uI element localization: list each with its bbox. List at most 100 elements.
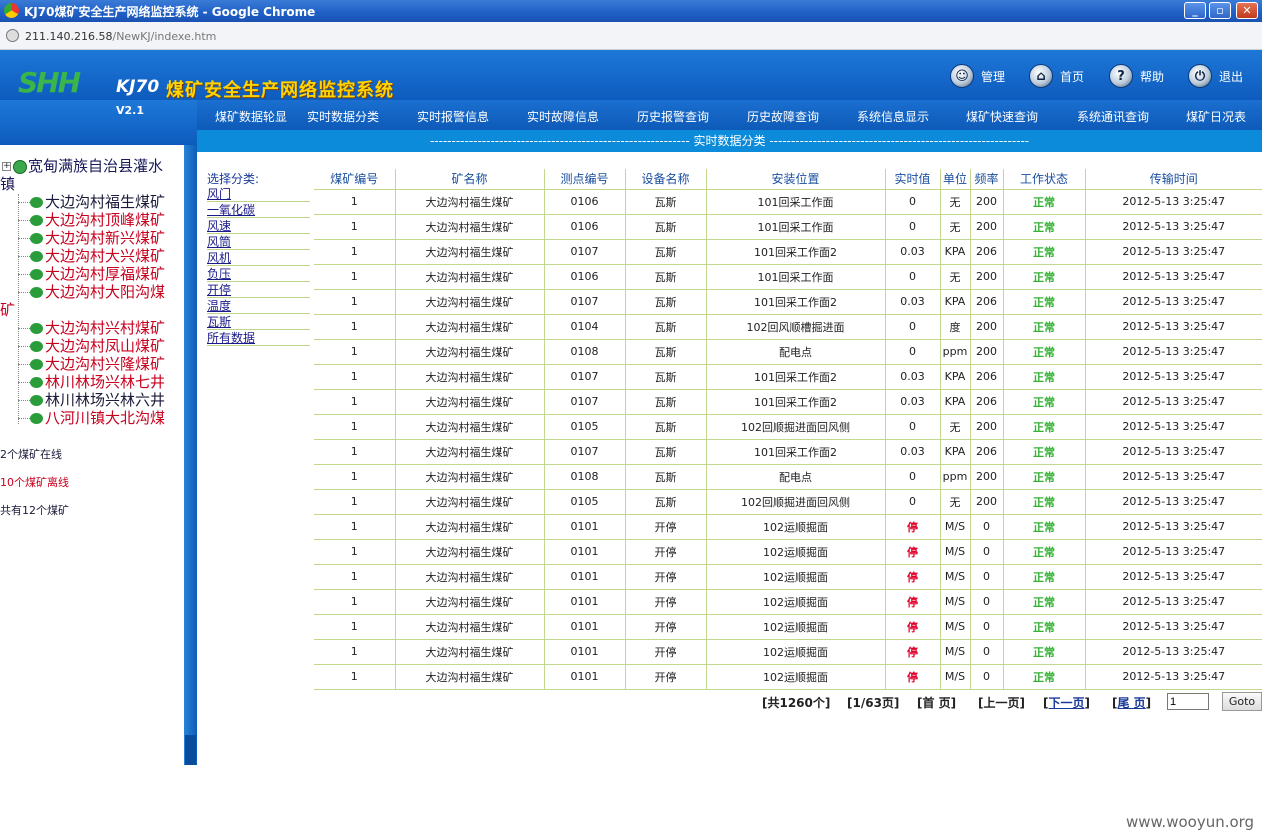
cell-location: 101回采工作面2 <box>706 389 886 415</box>
menu-item-comm-query[interactable]: 系统通讯查询 <box>1077 108 1149 125</box>
cell-unit: 度 <box>940 314 971 340</box>
url-text[interactable]: 211.140.216.58/NewKJ/indexe.htm <box>25 30 216 43</box>
category-negative-pressure[interactable]: 负压 <box>207 266 310 282</box>
menu-item-history-fault[interactable]: 历史故障查询 <box>747 108 819 125</box>
cell-device-name: 瓦斯 <box>625 489 707 515</box>
app-header: SHH KJ70 煤矿安全生产网络监控系统 ☺ 管理 ⌂ 首页 ? 帮助 ⏻ 退出 <box>0 50 1262 101</box>
cell-mine-name: 大边沟村福生煤矿 <box>395 239 545 265</box>
cell-status: 正常 <box>1003 489 1086 515</box>
nav-exit[interactable]: ⏻ 退出 <box>1188 64 1243 88</box>
cell-frequency: 0 <box>970 564 1004 590</box>
cell-mine-id: 1 <box>314 339 396 365</box>
pager-last[interactable]: [尾 页] <box>1112 694 1151 711</box>
tree-item-mine[interactable]: 大边沟村福生煤矿 <box>30 193 165 211</box>
cell-realtime-value: 停 <box>885 514 941 540</box>
nav-home[interactable]: ⌂ 首页 <box>1029 64 1084 88</box>
sidebar-scrollbar[interactable] <box>184 145 197 765</box>
category-wind-speed[interactable]: 风速 <box>207 218 310 234</box>
pager-next[interactable]: [下一页] <box>1043 694 1090 711</box>
cell-frequency: 200 <box>970 339 1004 365</box>
table-row: 1 大边沟村福生煤矿 0104 瓦斯 102回风顺槽掘进面 0 度 200 正常 2012-5-1… <box>314 314 1262 340</box>
cell-unit: M/S <box>940 514 971 540</box>
tree-item-mine[interactable]: 大边沟村凤山煤矿 <box>30 337 165 355</box>
tree-item-mine[interactable]: 八河川镇大北沟煤 <box>30 409 165 427</box>
scrollbar-grip[interactable] <box>185 735 196 765</box>
help-icon: ? <box>1109 64 1133 88</box>
cell-point-id: 0101 <box>544 539 626 565</box>
menu-item-daily-report[interactable]: 煤矿日况表 <box>1186 108 1246 125</box>
cell-status: 正常 <box>1003 639 1086 665</box>
cell-device-name: 开停 <box>625 639 707 665</box>
region-icon <box>13 159 27 174</box>
tree-item-mine[interactable]: 大边沟村顶峰煤矿 <box>30 211 165 229</box>
cell-transmit-time: 2012-5-13 3:25:47 <box>1085 489 1262 515</box>
menu-item-system-info[interactable]: 系统信息显示 <box>857 108 929 125</box>
tree-item-mine[interactable]: 大边沟村厚福煤矿 <box>30 265 165 283</box>
pager-page: [1/63页] <box>847 696 900 710</box>
tree-item-mine[interactable]: 大边沟村新兴煤矿 <box>30 229 165 247</box>
menu-item-realtime-category[interactable]: 实时数据分类 <box>307 108 379 125</box>
cell-mine-name: 大边沟村福生煤矿 <box>395 189 545 215</box>
table-row: 1 大边沟村福生煤矿 0101 开停 102运顺掘面停 M/S 0 正常 2012-5-13 3… <box>314 639 1262 665</box>
cell-frequency: 206 <box>970 389 1004 415</box>
cell-mine-name: 大边沟村福生煤矿 <box>395 414 545 440</box>
main-menu: 煤矿数据轮显 实时数据分类 实时报警信息 实时故障信息 历史报警查询 历史故障查… <box>197 100 1262 130</box>
close-button[interactable]: ✕ <box>1236 2 1258 19</box>
category-duct[interactable]: 风筒 <box>207 234 310 250</box>
cell-point-id: 0101 <box>544 614 626 640</box>
menu-item-rotation[interactable]: 煤矿数据轮显 <box>215 108 287 125</box>
cell-mine-name: 大边沟村福生煤矿 <box>395 214 545 240</box>
cell-realtime-value: 停 <box>885 539 941 565</box>
cell-mine-id: 1 <box>314 264 396 290</box>
category-temperature[interactable]: 温度 <box>207 298 310 314</box>
expand-icon[interactable]: + <box>2 162 11 171</box>
cell-mine-name: 大边沟村福生煤矿 <box>395 464 545 490</box>
section-title: 实时数据分类 <box>693 134 766 148</box>
cell-frequency: 200 <box>970 464 1004 490</box>
address-bar[interactable]: 211.140.216.58/NewKJ/indexe.htm <box>0 22 1262 50</box>
menu-item-history-alarm[interactable]: 历史报警查询 <box>637 108 709 125</box>
cell-point-id: 0107 <box>544 439 626 465</box>
cell-mine-id: 1 <box>314 489 396 515</box>
tree-root-county[interactable]: + 宽甸满族自治县灌水镇 <box>0 157 184 193</box>
tree-item-mine[interactable]: 大边沟村兴村煤矿 <box>30 319 165 337</box>
cell-point-id: 0106 <box>544 264 626 290</box>
cell-point-id: 0107 <box>544 289 626 315</box>
category-fan[interactable]: 风机 <box>207 250 310 266</box>
tree-item-mine[interactable]: 林川林场兴林六井 <box>30 391 165 409</box>
cell-status: 正常 <box>1003 439 1086 465</box>
offline-summary: 10个煤矿离线 <box>0 476 69 489</box>
maximize-button[interactable]: ▫ <box>1209 2 1231 19</box>
cell-transmit-time: 2012-5-13 3:25:47 <box>1085 239 1262 265</box>
minimize-button[interactable]: _ <box>1184 2 1206 19</box>
mine-icon <box>30 269 43 280</box>
nav-admin[interactable]: ☺ 管理 <box>950 64 1005 88</box>
category-co[interactable]: 一氧化碳 <box>207 202 310 218</box>
cell-device-name: 瓦斯 <box>625 339 707 365</box>
goto-button[interactable]: Goto <box>1222 692 1262 711</box>
category-methane[interactable]: 瓦斯 <box>207 314 310 330</box>
category-door[interactable]: 风门 <box>207 186 310 202</box>
menu-item-quick-query[interactable]: 煤矿快速查询 <box>966 108 1038 125</box>
cell-frequency: 0 <box>970 514 1004 540</box>
col-frequency: 频率 <box>970 169 1004 190</box>
category-title: 选择分类: <box>207 172 260 186</box>
category-on-off[interactable]: 开停 <box>207 282 310 298</box>
tree-item-mine[interactable]: 林川林场兴林七井 <box>30 373 165 391</box>
category-all[interactable]: 所有数据 <box>207 330 310 346</box>
mine-icon <box>30 413 43 424</box>
menu-item-realtime-fault[interactable]: 实时故障信息 <box>527 108 599 125</box>
menu-item-realtime-alarm[interactable]: 实时报警信息 <box>417 108 489 125</box>
cell-device-name: 开停 <box>625 664 707 690</box>
goto-page-input[interactable] <box>1167 693 1209 710</box>
cell-mine-name: 大边沟村福生煤矿 <box>395 489 545 515</box>
cell-transmit-time: 2012-5-13 3:25:47 <box>1085 664 1262 690</box>
model-label: KJ70 <box>116 77 160 97</box>
cell-transmit-time: 2012-5-13 3:25:47 <box>1085 514 1262 540</box>
nav-help[interactable]: ? 帮助 <box>1109 64 1164 88</box>
mine-icon <box>30 287 43 298</box>
tree-item-label: 大边沟村厚福煤矿 <box>45 265 166 283</box>
tree-item-mine[interactable]: 大边沟村兴隆煤矿 <box>30 355 165 373</box>
tree-item-mine[interactable]: 大边沟村大兴煤矿 <box>30 247 165 265</box>
tree-item-mine[interactable]: 大边沟村大阳沟煤 <box>30 283 165 301</box>
